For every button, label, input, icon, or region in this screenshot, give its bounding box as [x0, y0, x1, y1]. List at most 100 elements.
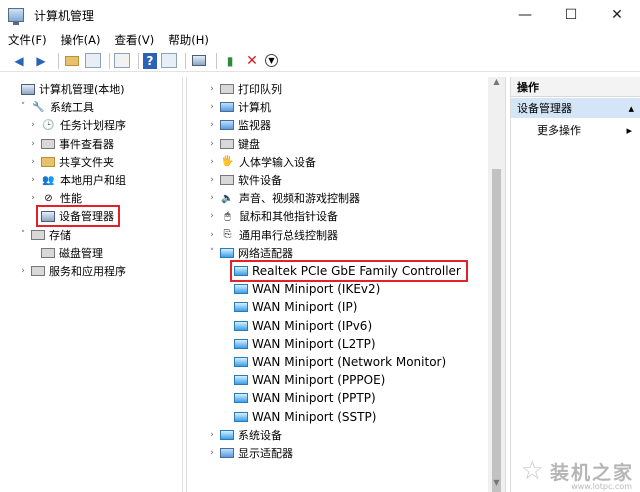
- show-hide-tree-icon[interactable]: [85, 53, 101, 68]
- device-tree-item[interactable]: › 计算机: [207, 98, 271, 116]
- expand-arrow-icon[interactable]: ›: [207, 120, 217, 130]
- network-adapter-icon: [234, 375, 248, 386]
- network-adapter-icon: [234, 357, 248, 367]
- device-tree-item[interactable]: › 显示适配器: [207, 444, 293, 462]
- device-tree-item[interactable]: › ⎘ 通用串行总线控制器: [207, 226, 338, 244]
- left-tree-item[interactable]: › 👥 本地用户和组: [28, 171, 126, 189]
- toolbar-separator: [185, 52, 186, 69]
- network-adapter-icon: [234, 338, 248, 349]
- expand-arrow-icon[interactable]: ›: [28, 193, 38, 203]
- device-tree-item[interactable]: › 🖐 人体学输入设备: [207, 153, 316, 171]
- device-tree-item[interactable]: › 键盘: [207, 135, 260, 153]
- expand-arrow-icon[interactable]: ›: [207, 139, 217, 149]
- console-tree-pane: 计算机管理(本地) ˅ 🔧 系统工具 › 🕒 任务计划程序 › 事件查看器 › 共享文件夹 › 👥 本地用…: [0, 77, 183, 492]
- left-tree-label: 性能: [60, 192, 82, 206]
- expand-arrow-icon[interactable]: ›: [207, 193, 217, 203]
- scan-hardware-icon[interactable]: [190, 53, 208, 69]
- storage-icon: [31, 229, 45, 240]
- left-tree-item[interactable]: › 🕒 任务计划程序: [28, 116, 126, 134]
- menu-file[interactable]: 文件(F): [8, 32, 47, 48]
- monitor-icon: [220, 120, 234, 131]
- expand-arrow-icon[interactable]: ›: [207, 211, 217, 221]
- network-icon: [220, 247, 234, 258]
- expand-arrow-icon[interactable]: ›: [207, 448, 217, 458]
- expand-arrow-icon[interactable]: ›: [207, 430, 217, 440]
- menu-view[interactable]: 查看(V): [114, 32, 154, 48]
- device-tree-item[interactable]: WAN Miniport (SSTP): [221, 408, 376, 426]
- device-tree-item[interactable]: › 软件设备: [207, 171, 282, 189]
- device-tree-item[interactable]: › 🖱 鼠标和其他指针设备: [207, 207, 338, 225]
- watermark-text: 装机之家: [549, 461, 634, 484]
- left-tree-item[interactable]: › 事件查看器: [28, 135, 114, 153]
- device-tree-item[interactable]: › 系统设备: [207, 426, 282, 444]
- more-actions-label: 更多操作: [537, 124, 581, 137]
- expand-arrow-icon[interactable]: ›: [28, 175, 38, 185]
- device-tree-item[interactable]: WAN Miniport (PPPOE): [221, 371, 385, 389]
- actions-selected-item[interactable]: 设备管理器 ▴: [511, 98, 640, 118]
- toolbar-separator: [109, 52, 110, 69]
- expand-arrow-icon[interactable]: ›: [207, 84, 217, 94]
- expand-arrow-icon[interactable]: ›: [28, 139, 38, 149]
- expand-arrow-icon[interactable]: ›: [18, 266, 28, 276]
- device-tree-item[interactable]: WAN Miniport (PPTP): [221, 389, 376, 407]
- left-tree-label: 存储: [49, 228, 71, 242]
- device-tree-pane: ▲ ▼ › 打印队列 › 计算机 › 监视器 › 键盘 › 🖐 人体学输入设备 › 软件设备 › 🔈 声音、视…: [186, 77, 506, 492]
- device-tree-label: WAN Miniport (PPPOE): [252, 373, 386, 388]
- left-tree-item[interactable]: ˅ 存储: [18, 226, 71, 244]
- uninstall-icon[interactable]: ✕: [243, 53, 261, 69]
- properties-icon[interactable]: [114, 53, 130, 68]
- device-tree-item[interactable]: › 监视器: [207, 116, 271, 134]
- menu-action[interactable]: 操作(A): [61, 32, 101, 48]
- left-tree-item[interactable]: 磁盘管理: [28, 244, 103, 262]
- device-tree-item[interactable]: WAN Miniport (IKEv2): [221, 280, 380, 298]
- maximize-button[interactable]: ☐: [548, 0, 594, 30]
- download-icon[interactable]: ▼: [265, 54, 278, 67]
- highlight-box: [36, 205, 120, 228]
- left-tree-label: 磁盘管理: [59, 246, 103, 260]
- expanded-arrow-icon[interactable]: ˅: [18, 230, 28, 240]
- expand-arrow-icon[interactable]: ›: [207, 102, 217, 112]
- network-adapter-icon: [234, 320, 248, 331]
- device-tree-label: WAN Miniport (PPTP): [252, 391, 376, 406]
- back-arrow-icon[interactable]: ◀: [10, 53, 28, 69]
- expand-arrow-icon[interactable]: ›: [28, 157, 38, 167]
- printer-icon: [220, 84, 234, 94]
- scroll-thumb[interactable]: [492, 169, 501, 492]
- expand-arrow-icon[interactable]: ›: [28, 120, 38, 130]
- more-actions[interactable]: 更多操作 ▸: [537, 121, 632, 139]
- left-tree-label: 事件查看器: [59, 137, 114, 151]
- menu-help[interactable]: 帮助(H): [168, 32, 209, 48]
- left-tree-label: 服务和应用程序: [49, 265, 126, 278]
- forward-arrow-icon[interactable]: ▶: [32, 53, 50, 69]
- scroll-down-icon[interactable]: ▼: [488, 478, 505, 492]
- up-folder-icon[interactable]: [63, 53, 81, 69]
- update-driver-icon[interactable]: ▮: [221, 53, 239, 69]
- expand-arrow-icon[interactable]: ›: [207, 175, 217, 185]
- left-tree-item[interactable]: › 服务和应用程序: [18, 262, 126, 280]
- device-tree-item[interactable]: WAN Miniport (L2TP): [221, 335, 376, 353]
- left-tree-item[interactable]: 计算机管理(本地): [8, 80, 125, 98]
- vertical-scrollbar[interactable]: ▲ ▼: [488, 77, 505, 492]
- expand-arrow-icon[interactable]: ›: [207, 157, 217, 167]
- device-tree-item[interactable]: WAN Miniport (Network Monitor): [221, 353, 446, 371]
- device-tree-item[interactable]: › 🔈 声音、视频和游戏控制器: [207, 189, 360, 207]
- scroll-up-icon[interactable]: ▲: [488, 77, 505, 91]
- minimize-button[interactable]: —: [502, 0, 548, 30]
- services-icon: [31, 266, 45, 276]
- event-viewer-icon: [41, 138, 55, 149]
- collapse-icon[interactable]: ▴: [628, 102, 634, 115]
- expanded-arrow-icon[interactable]: ˅: [18, 102, 28, 112]
- device-tree-item[interactable]: WAN Miniport (IPv6): [221, 317, 372, 335]
- network-adapter-icon: [234, 302, 248, 313]
- expand-arrow-icon[interactable]: ›: [207, 230, 217, 240]
- device-tree-label: 鼠标和其他指针设备: [239, 210, 338, 224]
- device-tree-label: 通用串行总线控制器: [239, 228, 338, 242]
- view-icon[interactable]: [161, 53, 177, 68]
- left-tree-item[interactable]: ˅ 🔧 系统工具: [18, 98, 94, 116]
- help-icon[interactable]: ?: [143, 52, 157, 69]
- device-tree-item[interactable]: › 打印队列: [207, 80, 282, 98]
- close-button[interactable]: ✕: [594, 0, 640, 30]
- left-tree-item[interactable]: › 共享文件夹: [28, 153, 114, 171]
- expanded-arrow-icon[interactable]: ˅: [207, 248, 217, 258]
- device-tree-item[interactable]: WAN Miniport (IP): [221, 298, 357, 316]
